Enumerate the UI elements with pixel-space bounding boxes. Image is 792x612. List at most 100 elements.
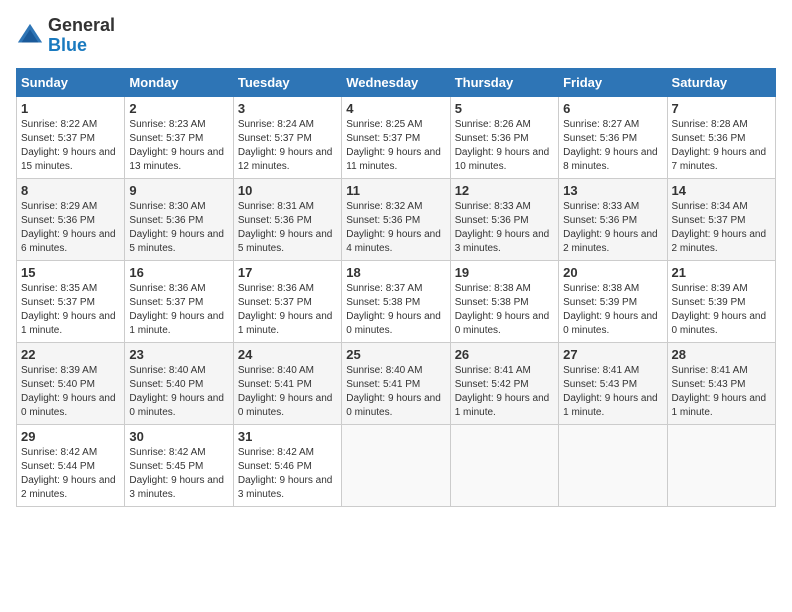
logo-text: General Blue — [48, 16, 115, 56]
day-number: 2 — [129, 101, 228, 116]
day-number: 13 — [563, 183, 662, 198]
calendar-cell: 16Sunrise: 8:36 AMSunset: 5:37 PMDayligh… — [125, 260, 233, 342]
cell-info: Sunrise: 8:30 AMSunset: 5:36 PMDaylight:… — [129, 200, 228, 256]
cell-info: Sunrise: 8:39 AMSunset: 5:40 PMDaylight:… — [21, 364, 120, 420]
day-number: 26 — [455, 347, 554, 362]
day-number: 14 — [672, 183, 771, 198]
day-number: 17 — [238, 265, 337, 280]
cell-info: Sunrise: 8:42 AMSunset: 5:45 PMDaylight:… — [129, 446, 228, 502]
page-header: General Blue — [16, 16, 776, 56]
calendar-cell: 21 Sunrise: 8:39 AMSunset: 5:39 PMDayligh… — [667, 260, 775, 342]
cell-info: Sunrise: 8:39 AMSunset: 5:39 PMDaylight:… — [672, 282, 771, 338]
calendar-cell: 24Sunrise: 8:40 AMSunset: 5:41 PMDayligh… — [233, 342, 341, 424]
header-cell-wednesday: Wednesday — [342, 68, 450, 96]
cell-info: Sunrise: 8:37 AMSunset: 5:38 PMDaylight:… — [346, 282, 445, 338]
cell-info: Sunrise: 8:29 AMSunset: 5:36 PMDaylight:… — [21, 200, 120, 256]
week-row: 29Sunrise: 8:42 AMSunset: 5:44 PMDayligh… — [17, 424, 776, 506]
day-number: 28 — [672, 347, 771, 362]
cell-info: Sunrise: 8:35 AMSunset: 5:37 PMDaylight:… — [21, 282, 120, 338]
calendar-cell — [450, 424, 558, 506]
week-row: 1 Sunrise: 8:22 AMSunset: 5:37 PMDaylight… — [17, 96, 776, 178]
header-row: SundayMondayTuesdayWednesdayThursdayFrid… — [17, 68, 776, 96]
calendar-cell: 26 Sunrise: 8:41 AMSunset: 5:42 PMDayligh… — [450, 342, 558, 424]
calendar-cell: 30Sunrise: 8:42 AMSunset: 5:45 PMDayligh… — [125, 424, 233, 506]
cell-info: Sunrise: 8:27 AMSunset: 5:36 PMDaylight:… — [563, 118, 662, 174]
day-number: 8 — [21, 183, 120, 198]
calendar-cell: 23Sunrise: 8:40 AMSunset: 5:40 PMDayligh… — [125, 342, 233, 424]
cell-info: Sunrise: 8:22 AMSunset: 5:37 PMDaylight:… — [21, 118, 120, 174]
calendar-cell: 10Sunrise: 8:31 AMSunset: 5:36 PMDayligh… — [233, 178, 341, 260]
day-number: 18 — [346, 265, 445, 280]
day-number: 9 — [129, 183, 228, 198]
cell-info: Sunrise: 8:42 AMSunset: 5:46 PMDaylight:… — [238, 446, 337, 502]
day-number: 1 — [21, 101, 120, 116]
cell-info: Sunrise: 8:28 AMSunset: 5:36 PMDaylight:… — [672, 118, 771, 174]
day-number: 7 — [672, 101, 771, 116]
calendar-cell: 12 Sunrise: 8:33 AMSunset: 5:36 PMDayligh… — [450, 178, 558, 260]
calendar-cell: 4 Sunrise: 8:25 AMSunset: 5:37 PMDaylight… — [342, 96, 450, 178]
week-row: 8 Sunrise: 8:29 AMSunset: 5:36 PMDaylight… — [17, 178, 776, 260]
cell-info: Sunrise: 8:38 AMSunset: 5:39 PMDaylight:… — [563, 282, 662, 338]
cell-info: Sunrise: 8:33 AMSunset: 5:36 PMDaylight:… — [563, 200, 662, 256]
calendar-cell: 25 Sunrise: 8:40 AMSunset: 5:41 PMDayligh… — [342, 342, 450, 424]
calendar-cell: 17 Sunrise: 8:36 AMSunset: 5:37 PMDayligh… — [233, 260, 341, 342]
day-number: 15 — [21, 265, 120, 280]
day-number: 29 — [21, 429, 120, 444]
day-number: 19 — [455, 265, 554, 280]
day-number: 24 — [238, 347, 337, 362]
day-number: 10 — [238, 183, 337, 198]
header-cell-thursday: Thursday — [450, 68, 558, 96]
cell-info: Sunrise: 8:32 AMSunset: 5:36 PMDaylight:… — [346, 200, 445, 256]
cell-info: Sunrise: 8:40 AMSunset: 5:41 PMDaylight:… — [346, 364, 445, 420]
cell-info: Sunrise: 8:41 AMSunset: 5:43 PMDaylight:… — [563, 364, 662, 420]
week-row: 22 Sunrise: 8:39 AMSunset: 5:40 PMDayligh… — [17, 342, 776, 424]
logo-blue: Blue — [48, 35, 87, 55]
day-number: 23 — [129, 347, 228, 362]
day-number: 4 — [346, 101, 445, 116]
calendar-cell: 9 Sunrise: 8:30 AMSunset: 5:36 PMDaylight… — [125, 178, 233, 260]
calendar-cell: 22 Sunrise: 8:39 AMSunset: 5:40 PMDayligh… — [17, 342, 125, 424]
calendar-table: SundayMondayTuesdayWednesdayThursdayFrid… — [16, 68, 776, 507]
calendar-cell — [667, 424, 775, 506]
calendar-cell: 13 Sunrise: 8:33 AMSunset: 5:36 PMDayligh… — [559, 178, 667, 260]
cell-info: Sunrise: 8:41 AMSunset: 5:43 PMDaylight:… — [672, 364, 771, 420]
day-number: 20 — [563, 265, 662, 280]
cell-info: Sunrise: 8:25 AMSunset: 5:37 PMDaylight:… — [346, 118, 445, 174]
day-number: 12 — [455, 183, 554, 198]
calendar-cell: 15 Sunrise: 8:35 AMSunset: 5:37 PMDayligh… — [17, 260, 125, 342]
day-number: 31 — [238, 429, 337, 444]
header-cell-friday: Friday — [559, 68, 667, 96]
header-cell-sunday: Sunday — [17, 68, 125, 96]
calendar-cell: 14 Sunrise: 8:34 AMSunset: 5:37 PMDayligh… — [667, 178, 775, 260]
calendar-cell: 8 Sunrise: 8:29 AMSunset: 5:36 PMDaylight… — [17, 178, 125, 260]
day-number: 3 — [238, 101, 337, 116]
calendar-cell: 29Sunrise: 8:42 AMSunset: 5:44 PMDayligh… — [17, 424, 125, 506]
cell-info: Sunrise: 8:23 AMSunset: 5:37 PMDaylight:… — [129, 118, 228, 174]
day-number: 5 — [455, 101, 554, 116]
calendar-cell: 18 Sunrise: 8:37 AMSunset: 5:38 PMDayligh… — [342, 260, 450, 342]
calendar-cell — [342, 424, 450, 506]
header-cell-monday: Monday — [125, 68, 233, 96]
cell-info: Sunrise: 8:33 AMSunset: 5:36 PMDaylight:… — [455, 200, 554, 256]
calendar-cell: 11Sunrise: 8:32 AMSunset: 5:36 PMDayligh… — [342, 178, 450, 260]
day-number: 27 — [563, 347, 662, 362]
calendar-cell: 2 Sunrise: 8:23 AMSunset: 5:37 PMDaylight… — [125, 96, 233, 178]
header-cell-tuesday: Tuesday — [233, 68, 341, 96]
calendar-cell — [559, 424, 667, 506]
cell-info: Sunrise: 8:41 AMSunset: 5:42 PMDaylight:… — [455, 364, 554, 420]
day-number: 22 — [21, 347, 120, 362]
calendar-cell: 5Sunrise: 8:26 AMSunset: 5:36 PMDaylight… — [450, 96, 558, 178]
day-number: 25 — [346, 347, 445, 362]
calendar-cell: 6 Sunrise: 8:27 AMSunset: 5:36 PMDaylight… — [559, 96, 667, 178]
week-row: 15 Sunrise: 8:35 AMSunset: 5:37 PMDayligh… — [17, 260, 776, 342]
day-number: 6 — [563, 101, 662, 116]
cell-info: Sunrise: 8:36 AMSunset: 5:37 PMDaylight:… — [129, 282, 228, 338]
calendar-cell: 20 Sunrise: 8:38 AMSunset: 5:39 PMDayligh… — [559, 260, 667, 342]
logo: General Blue — [16, 16, 115, 56]
logo-general: General — [48, 15, 115, 35]
cell-info: Sunrise: 8:24 AMSunset: 5:37 PMDaylight:… — [238, 118, 337, 174]
cell-info: Sunrise: 8:36 AMSunset: 5:37 PMDaylight:… — [238, 282, 337, 338]
cell-info: Sunrise: 8:34 AMSunset: 5:37 PMDaylight:… — [672, 200, 771, 256]
calendar-cell: 27 Sunrise: 8:41 AMSunset: 5:43 PMDayligh… — [559, 342, 667, 424]
day-number: 21 — [672, 265, 771, 280]
